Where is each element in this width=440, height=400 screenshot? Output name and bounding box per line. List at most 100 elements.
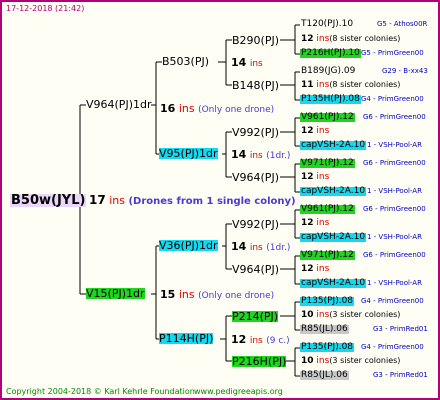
gen2-ins-1: 14 ins [231,57,263,69]
gen3-node-5[interactable]: V992(PJ) [232,219,279,230]
gen4-bottom-extra-8: G3 - PrimRed01 [373,371,428,379]
gen4-mid-note-8: (3 sister colonies) [329,356,401,365]
gen4-mid-1: 12 ins(8 sister colonies) [301,35,400,44]
gen4-bottom-1[interactable]: P216H(PJ).10 [300,49,361,58]
footer-copyright: Copyright 2004-2018 © Karl Kehrle Founda… [6,387,195,396]
gen4-mid-count-2: 11 [301,80,314,90]
gen3-node-1[interactable]: B290(PJ) [232,35,279,46]
gen4-bottom-extra-5: 1 - VSH-Pool-AR [367,233,422,241]
gen4-mid-count-4: 12 [301,172,314,182]
gen1-ins-unit-1: ins [178,102,195,115]
gen4-top-7[interactable]: P135(PJ).08 [300,297,355,306]
gen4-top-2[interactable]: B189(JG).09 [300,67,356,76]
gen1-ins-count-1: 16 [160,102,176,115]
gen4-mid-count-7: 10 [301,310,314,320]
gen4-mid-note-1: (8 sister colonies) [329,34,401,43]
gen4-mid-2: 11 ins(8 sister colonies) [301,81,400,90]
gen4-bottom-8[interactable]: R85(JL).06 [300,371,349,380]
gen4-top-extra-8: G4 - PrimGreen00 [361,343,424,351]
gen3-node-3[interactable]: V992(PJ) [232,127,279,138]
gen4-bottom-7[interactable]: R85(JL).06 [300,325,349,334]
gen4-mid-note-2: (8 sister colonies) [329,80,401,89]
gen2-ins-unit-2: ins [249,151,263,161]
root-ins-unit: ins [109,194,125,207]
gen4-bottom-extra-2: G4 - PrimGreen00 [361,95,424,103]
gen1-ins-2: 15 ins (Only one drone) [160,289,274,301]
gen3-node-2[interactable]: B148(PJ) [232,80,279,91]
gen4-mid-unit-1: ins [316,34,330,44]
gen4-top-8[interactable]: P135(PJ).08 [300,343,355,352]
gen2-node-1[interactable]: B503(PJ) [162,56,209,67]
gen4-top-6[interactable]: V971(PJ).12 [300,251,355,260]
gen3-node-4[interactable]: V964(PJ) [232,172,279,183]
gen2-ins-2: 14 ins (1dr.) [231,149,290,161]
gen4-bottom-6[interactable]: capVSH-2A.10 [300,279,367,288]
gen4-mid-count-5: 12 [301,218,314,228]
gen2-ins-count-2: 14 [231,148,247,161]
gen4-mid-count-1: 12 [301,34,314,44]
gen4-mid-3: 12 ins [301,127,329,136]
gen3-node-8[interactable]: P216H(PJ) [232,356,287,367]
gen4-bottom-extra-3: 1 - VSH-Pool-AR [367,141,422,149]
gen1-note-1: (Only one drone) [198,105,275,115]
gen4-mid-4: 12 ins [301,173,329,182]
gen2-ins-count-3: 14 [231,240,247,253]
gen4-bottom-5[interactable]: capVSH-2A.10 [300,233,367,242]
gen2-node-2[interactable]: V95(PJ)1dr [159,148,218,159]
gen4-mid-8: 10 ins(3 sister colonies) [301,357,400,366]
gen2-note-3: (1dr.) [266,243,291,253]
gen4-top-extra-5: G6 - PrimGreen00 [363,205,426,213]
gen4-top-extra-1: G5 - Athos00R [377,20,428,28]
gen4-top-5[interactable]: V961(PJ).12 [300,205,355,214]
gen4-mid-count-3: 12 [301,126,314,136]
gen4-top-extra-7: G4 - PrimGreen00 [361,297,424,305]
gen4-bottom-extra-4: 1 - VSH-Pool-AR [367,187,422,195]
pedigree-frame: 17-12-2018 (21:42) B50w(JYL) 17 ins (Dro… [0,0,440,400]
root-name[interactable]: B50w(JYL) [10,194,87,207]
gen2-ins-unit-4: ins [249,336,263,346]
gen4-top-extra-3: G6 - PrimGreen00 [363,113,426,121]
root-note: (Drones from 1 single colony) [128,196,296,207]
gen4-bottom-3[interactable]: capVSH-2A.10 [300,141,367,150]
gen4-top-extra-4: G6 - PrimGreen00 [363,159,426,167]
gen4-mid-unit-3: ins [316,126,330,136]
gen4-top-3[interactable]: V961(PJ).12 [300,113,355,122]
gen1-ins-unit-2: ins [178,288,195,301]
gen4-bottom-extra-7: G3 - PrimRed01 [373,325,428,333]
gen2-node-3[interactable]: V36(PJ)1dr [159,240,218,251]
gen4-mid-unit-5: ins [316,218,330,228]
gen1-note-2: (Only one drone) [198,291,275,301]
gen4-mid-note-7: (3 sister colonies) [329,310,401,319]
gen2-ins-count-1: 14 [231,56,247,69]
gen1-node-1[interactable]: V964(PJ)1dr [86,99,151,110]
gen2-note-2: (1dr.) [266,151,291,161]
gen4-mid-5: 12 ins [301,219,329,228]
gen4-bottom-extra-1: G5 - PrimGreen00 [361,49,424,57]
gen1-node-2[interactable]: V15(PJ)1dr [86,288,145,299]
gen2-note-4: (9 c.) [266,336,290,346]
gen4-mid-unit-8: ins [316,356,330,366]
gen4-top-extra-2: G29 - B-xx43 [382,67,428,75]
gen2-ins-3: 14 ins (1dr.) [231,241,290,253]
gen3-node-6[interactable]: V964(PJ) [232,264,279,275]
header-date: 17-12-2018 (21:42) [6,4,85,13]
gen4-top-4[interactable]: V971(PJ).12 [300,159,355,168]
gen4-mid-count-6: 12 [301,264,314,274]
gen4-bottom-extra-6: 1 - VSH-Pool-AR [367,279,422,287]
gen2-ins-unit-1: ins [249,59,263,69]
gen4-top-1[interactable]: T120(PJ).10 [300,20,354,29]
gen4-mid-unit-4: ins [316,172,330,182]
gen4-mid-count-8: 10 [301,356,314,366]
root-ins: 17 ins (Drones from 1 single colony) [89,194,296,207]
gen3-node-7[interactable]: P214(PJ) [232,311,279,322]
gen1-ins-count-2: 15 [160,288,176,301]
gen4-mid-6: 12 ins [301,265,329,274]
gen4-mid-unit-6: ins [316,264,330,274]
footer-site-link[interactable]: www.pedigreeapis.org [194,388,283,396]
gen4-bottom-2[interactable]: P135H(PJ).08 [300,95,361,104]
gen2-ins-unit-3: ins [249,243,263,253]
gen4-mid-unit-7: ins [316,310,330,320]
gen2-ins-count-4: 12 [231,333,247,346]
gen4-bottom-4[interactable]: capVSH-2A.10 [300,187,367,196]
gen2-node-4[interactable]: P114H(PJ) [159,333,214,344]
